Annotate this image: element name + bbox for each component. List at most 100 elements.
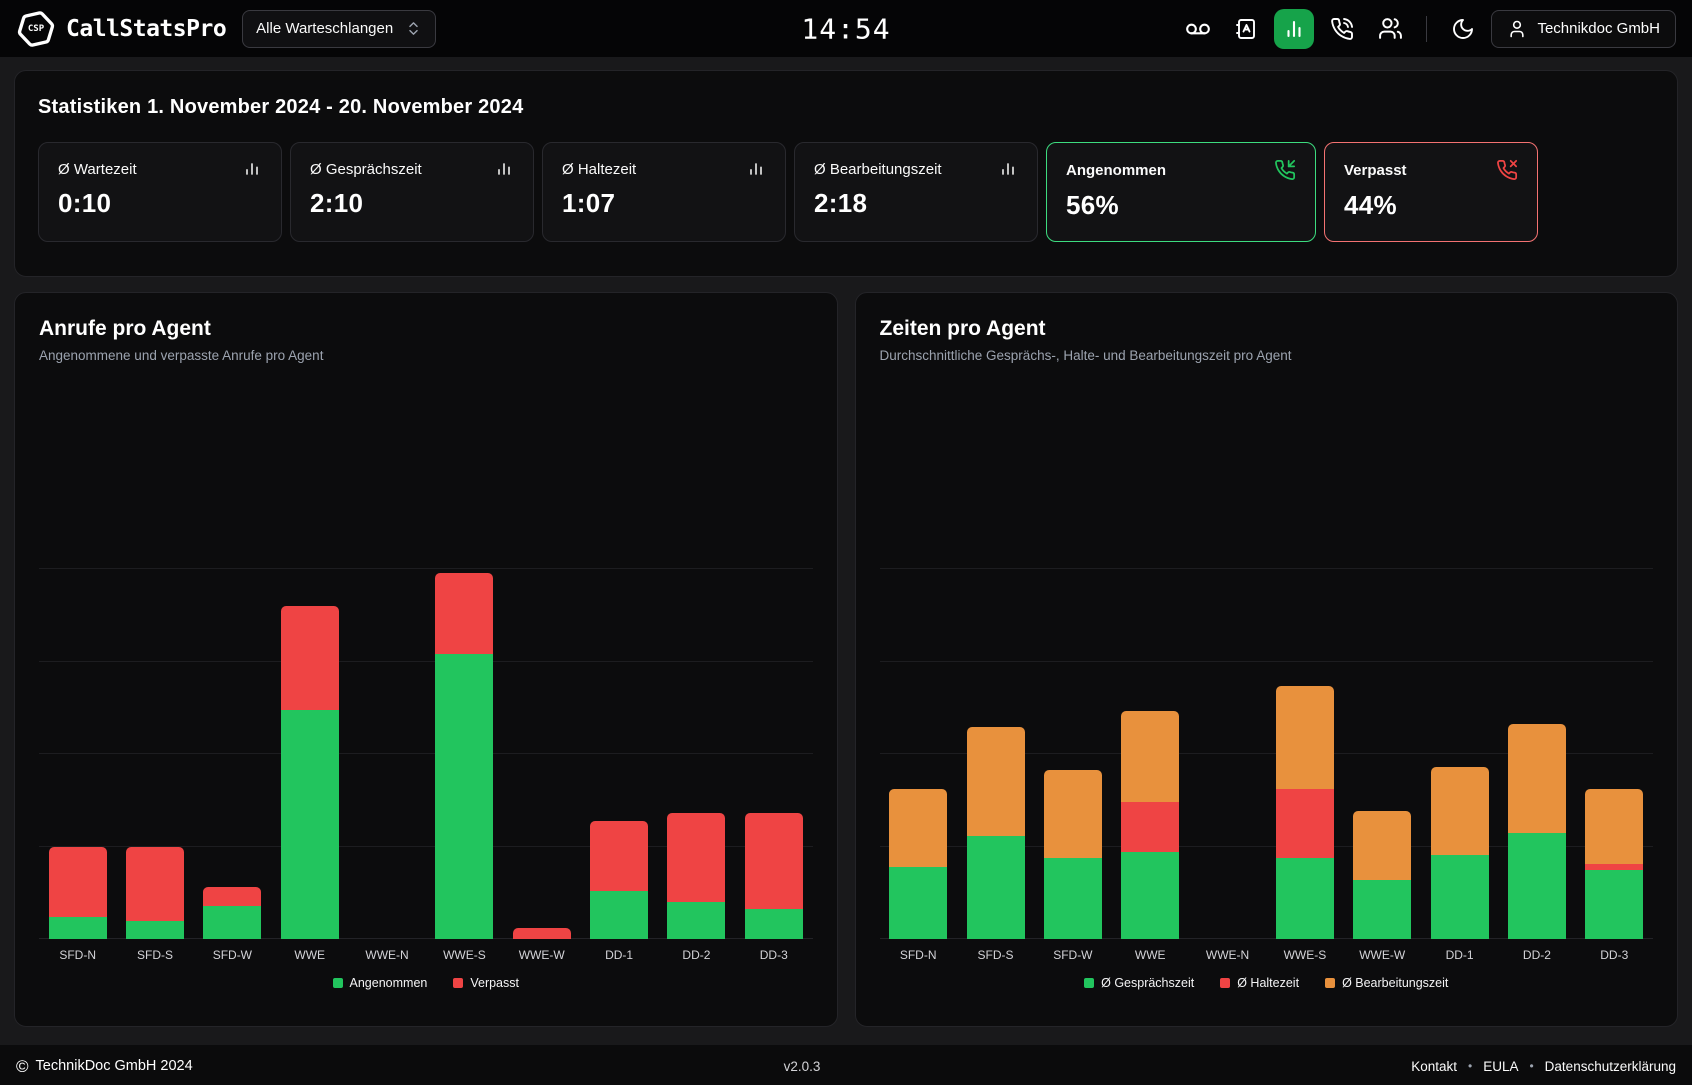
account-button[interactable]: Technikdoc GmbH xyxy=(1491,10,1676,48)
bar-segment-Angenommen xyxy=(49,917,107,939)
dot-separator: • xyxy=(1529,1059,1533,1073)
legend-label: Ø Haltezeit xyxy=(1237,976,1299,990)
bar-segment-Ø Bearbeitungszeit xyxy=(967,727,1025,836)
bar-segment-Ø Haltezeit xyxy=(1276,789,1334,858)
x-axis-label: WWE-N xyxy=(348,948,425,962)
bar-chart-icon xyxy=(746,159,766,179)
bar-segment-Ø Gesprächszeit xyxy=(1585,870,1643,939)
stat-card-gespraechszeit: Ø Gesprächszeit 2:10 xyxy=(290,142,534,242)
bar-group-DD-3 xyxy=(1576,373,1653,939)
bar-segment-Ø Bearbeitungszeit xyxy=(1276,686,1334,789)
bar-group-DD-1 xyxy=(580,373,657,939)
bar-segment-Ø Gesprächszeit xyxy=(1276,858,1334,939)
legend-item-Ø Gesprächszeit[interactable]: Ø Gesprächszeit xyxy=(1084,976,1194,990)
top-navbar: CSP CallStatsPro Alle Warteschlangen 14:… xyxy=(0,0,1692,57)
x-axis-label: SFD-S xyxy=(116,948,193,962)
x-axis-label: DD-2 xyxy=(1498,948,1575,962)
footer-link-eula[interactable]: EULA xyxy=(1483,1059,1518,1074)
stat-value: 1:07 xyxy=(562,188,766,219)
account-label: Technikdoc GmbH xyxy=(1537,20,1660,37)
clock-display: 14:54 xyxy=(801,12,890,45)
legend-label: Ø Bearbeitungszeit xyxy=(1342,976,1448,990)
address-book-button[interactable] xyxy=(1226,9,1266,49)
bar-group-WWE-W xyxy=(1344,373,1421,939)
stat-label: Angenommen xyxy=(1066,162,1166,179)
x-axis-labels: SFD-NSFD-SSFD-WWWEWWE-NWWE-SWWE-WDD-1DD-… xyxy=(880,948,1654,962)
bar-segment-Verpasst xyxy=(435,573,493,654)
legend-item-Angenommen[interactable]: Angenommen xyxy=(333,976,428,990)
bar-group-WWE-N xyxy=(348,373,425,939)
bar-segment-Verpasst xyxy=(49,847,107,917)
bar-segment-Ø Gesprächszeit xyxy=(1508,833,1566,939)
footer-link-kontakt[interactable]: Kontakt xyxy=(1411,1059,1457,1074)
bar-group-DD-3 xyxy=(735,373,812,939)
legend-item-Verpasst[interactable]: Verpasst xyxy=(453,976,519,990)
copyright-text: TechnikDoc GmbH 2024 xyxy=(36,1058,193,1074)
x-axis-label: WWE-W xyxy=(503,948,580,962)
footer-links: Kontakt • EULA • Datenschutzerklärung xyxy=(1411,1059,1676,1074)
bar-chart-icon xyxy=(494,159,514,179)
footer: © TechnikDoc GmbH 2024 v2.0.3 Kontakt • … xyxy=(0,1045,1692,1085)
chart-subtitle: Durchschnittliche Gesprächs-, Halte- und… xyxy=(880,348,1654,363)
address-book-icon xyxy=(1234,17,1258,41)
bar-group-WWE-S xyxy=(426,373,503,939)
bar-segment-Angenommen xyxy=(281,710,339,939)
queue-selector-value: Alle Warteschlangen xyxy=(256,20,393,37)
bar-chart-icon xyxy=(242,159,262,179)
legend-swatch xyxy=(333,978,343,988)
bar-group-SFD-W xyxy=(194,373,271,939)
footer-copyright: © TechnikDoc GmbH 2024 xyxy=(16,1058,193,1075)
stat-card-angenommen: Angenommen 56% xyxy=(1046,142,1316,242)
stat-card-wartezeit: Ø Wartezeit 0:10 xyxy=(38,142,282,242)
x-axis-label: SFD-N xyxy=(39,948,116,962)
x-axis-label: WWE xyxy=(271,948,348,962)
legend-item-Ø Haltezeit[interactable]: Ø Haltezeit xyxy=(1220,976,1299,990)
bars-container xyxy=(880,373,1654,939)
chevrons-up-down-icon xyxy=(405,20,422,37)
stat-card-haltezeit: Ø Haltezeit 1:07 xyxy=(542,142,786,242)
team-button[interactable] xyxy=(1370,9,1410,49)
statistics-bar-chart-icon xyxy=(1282,17,1306,41)
x-axis-label: DD-1 xyxy=(580,948,657,962)
bar-group-WWE-S xyxy=(1266,373,1343,939)
bar-segment-Angenommen xyxy=(667,902,725,939)
chart-plot-area xyxy=(880,373,1654,939)
statistics-button[interactable] xyxy=(1274,9,1314,49)
statistics-panel: Statistiken 1. November 2024 - 20. Novem… xyxy=(14,70,1678,277)
theme-toggle-button[interactable] xyxy=(1443,9,1483,49)
bar-segment-Ø Gesprächszeit xyxy=(1121,852,1179,940)
charts-section: Anrufe pro Agent Angenommene und verpass… xyxy=(14,292,1678,1027)
stat-label: Ø Bearbeitungszeit xyxy=(814,161,942,178)
queue-selector-dropdown[interactable]: Alle Warteschlangen xyxy=(242,10,436,48)
phone-incoming-icon xyxy=(1274,159,1296,181)
stat-card-verpasst: Verpasst 44% xyxy=(1324,142,1538,242)
bar-group-DD-1 xyxy=(1421,373,1498,939)
bar-segment-Ø Gesprächszeit xyxy=(1431,855,1489,939)
bar-segment-Ø Bearbeitungszeit xyxy=(1508,724,1566,833)
bar-segment-Ø Bearbeitungszeit xyxy=(1044,770,1102,858)
stat-value: 0:10 xyxy=(58,188,262,219)
phone-missed-icon xyxy=(1496,159,1518,181)
legend-swatch xyxy=(453,978,463,988)
chart-title: Zeiten pro Agent xyxy=(880,317,1654,341)
footer-link-datenschutz[interactable]: Datenschutzerklärung xyxy=(1545,1059,1676,1074)
app-brand: CSP CallStatsPro xyxy=(16,9,226,49)
bars-container xyxy=(39,373,813,939)
phone-button[interactable] xyxy=(1322,9,1362,49)
bar-segment-Verpasst xyxy=(590,821,648,891)
copyright-icon: © xyxy=(16,1058,29,1075)
legend-label: Ø Gesprächszeit xyxy=(1101,976,1194,990)
bar-segment-Verpasst xyxy=(281,606,339,710)
app-version: v2.0.3 xyxy=(193,1059,1412,1074)
bar-segment-Ø Gesprächszeit xyxy=(967,836,1025,939)
logo-badge-text: CSP xyxy=(28,24,44,34)
statistics-title: Statistiken 1. November 2024 - 20. Novem… xyxy=(38,96,1654,119)
legend-item-Ø Bearbeitungszeit[interactable]: Ø Bearbeitungszeit xyxy=(1325,976,1448,990)
voicemail-button[interactable] xyxy=(1178,9,1218,49)
x-axis-label: SFD-W xyxy=(1034,948,1111,962)
chart-legend: Angenommen Verpasst xyxy=(39,976,813,990)
bar-group-SFD-S xyxy=(957,373,1034,939)
navbar-divider xyxy=(1426,16,1427,42)
x-axis-label: SFD-W xyxy=(194,948,271,962)
x-axis-label: SFD-N xyxy=(880,948,957,962)
